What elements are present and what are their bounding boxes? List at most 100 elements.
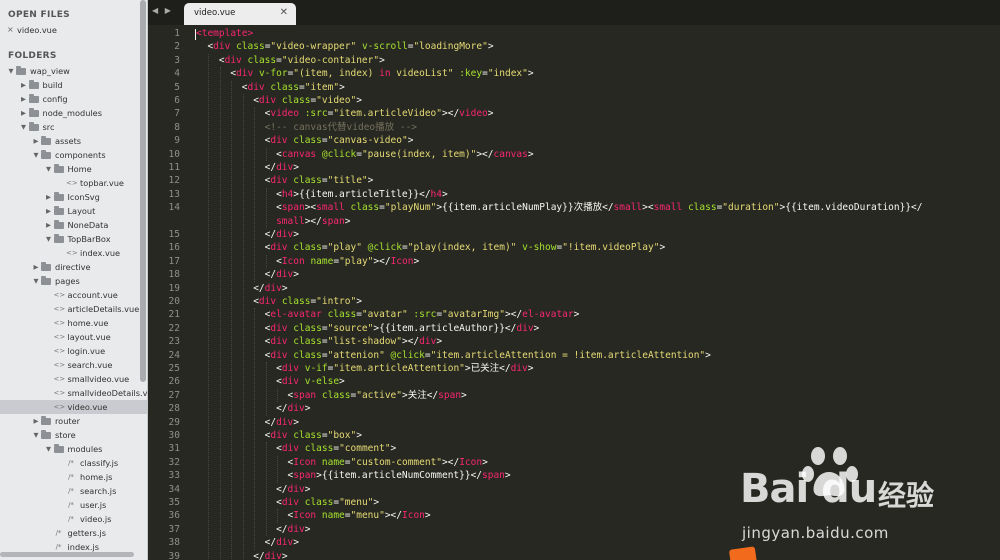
code-line[interactable]: 1 <template> [148,27,1000,40]
code-line[interactable]: 26 <div v-else> [148,375,1000,388]
folder-item[interactable]: ▼ src [0,120,147,134]
folder-item[interactable]: ▶ node_modules [0,106,147,120]
code-line[interactable]: 13 <h4>{{item.articleTitle}}</h4> [148,188,1000,201]
file-item[interactable]: /* home.js [0,470,147,484]
file-item[interactable]: <> video.vue [0,400,147,414]
file-item[interactable]: /* getters.js [0,526,147,540]
code-line[interactable]: 27 <span class="active">关注</span> [148,389,1000,402]
file-item[interactable]: <> topbar.vue [0,176,147,190]
folder-item[interactable]: ▶ build [0,78,147,92]
file-item[interactable]: <> home.vue [0,316,147,330]
chevron-right-icon[interactable]: ▶ [32,260,40,274]
open-file-item[interactable]: × video.vue [0,23,147,37]
attribute-token: name [321,456,345,468]
code-line[interactable]: 3 <div class="video-container"> [148,54,1000,67]
code-line[interactable]: 21 <el-avatar class="avatar" :src="avatar… [148,308,1000,321]
code-line[interactable]: 4 <div v-for="(item, index) in videoList"… [148,67,1000,80]
chevron-right-icon[interactable]: ▶ [45,190,53,204]
file-item[interactable]: <> layout.vue [0,330,147,344]
file-item[interactable]: <> articleDetails.vue [0,302,147,316]
file-item[interactable]: /* user.js [0,498,147,512]
text-token: </ [253,282,265,294]
file-item[interactable]: <> search.vue [0,358,147,372]
code-line[interactable]: 24 <div class="attenion" @click="item.art… [148,349,1000,362]
chevron-right-icon[interactable]: ▶ [45,218,53,232]
code-line[interactable]: 5 <div class="item"> [148,81,1000,94]
file-item[interactable]: <> account.vue [0,288,147,302]
file-item[interactable]: /* video.js [0,512,147,526]
chevron-right-icon[interactable]: ▶ [32,414,40,428]
code-line[interactable]: 11 </div> [148,161,1000,174]
code-line[interactable]: 18 </div> [148,268,1000,281]
code-line[interactable]: 17 <Icon name="play"></Icon> [148,255,1000,268]
chevron-down-icon[interactable]: ▼ [45,442,53,456]
sidebar-horizontal-scrollbar[interactable] [0,552,134,557]
code-line[interactable]: 14 <span><small class="playNum">{{item.ar… [148,201,1000,214]
chevron-right-icon[interactable]: ▶ [20,106,28,120]
close-icon[interactable]: × [7,23,14,37]
folder-item[interactable]: ▶ assets [0,134,147,148]
file-item[interactable]: /* search.js [0,484,147,498]
sidebar-vertical-scrollbar[interactable] [140,0,146,382]
tab-nav-arrows[interactable]: ◀ ▶ [152,6,173,15]
file-item[interactable]: <> smallvideo.vue [0,372,147,386]
code-line[interactable]: 8 <!-- canvas代替video播放 --> [148,121,1000,134]
chevron-down-icon[interactable]: ▼ [20,120,28,134]
code-line[interactable]: 7 <video :src="item.articleVideo"></video… [148,107,1000,120]
code-line[interactable]: 22 <div class="source">{{item.articleAuth… [148,322,1000,335]
code-line[interactable]: 30 <div class="box"> [148,429,1000,442]
tab-video-vue[interactable]: video.vue ✕ [184,3,296,25]
tag-token: div [264,550,282,560]
folder-item[interactable]: ▶ router [0,414,147,428]
chevron-down-icon[interactable]: ▼ [32,274,40,288]
code-line[interactable]: 19 </div> [148,282,1000,295]
folder-item[interactable]: ▶ directive [0,260,147,274]
code-line[interactable]: 2 <div class="video-wrapper" v-scroll="lo… [148,40,1000,53]
tag-token: small [316,202,345,214]
chevron-right-icon[interactable]: ▶ [45,204,53,218]
folder-item[interactable]: ▼ store [0,428,147,442]
chevron-down-icon[interactable]: ▼ [45,162,53,176]
chevron-down-icon[interactable]: ▼ [32,148,40,162]
code-line[interactable]: 20 <div class="intro"> [148,295,1000,308]
close-icon[interactable]: ✕ [280,7,288,18]
chevron-down-icon[interactable]: ▼ [7,64,15,78]
file-item[interactable]: /* classify.js [0,456,147,470]
folder-item[interactable]: ▼ TopBarBox [0,232,147,246]
code-line[interactable]: 6 <div class="video"> [148,94,1000,107]
folder-item[interactable]: ▼ wap_view [0,64,147,78]
code-line[interactable]: 10 <canvas @click="pause(index, item)"></… [148,148,1000,161]
folder-item[interactable]: ▼ Home [0,162,147,176]
file-item[interactable]: <>smallvideoDetails.vue [0,386,148,400]
chevron-right-icon[interactable]: ▶ [32,134,40,148]
folder-item[interactable]: ▼ components [0,148,147,162]
line-number: 14 [168,202,180,214]
code-line[interactable]: 16 <div class="play" @click="play(index, … [148,241,1000,254]
tree-item-label: node_modules [42,108,102,118]
chevron-down-icon[interactable]: ▼ [32,428,40,442]
tag-token: Icon [293,510,317,522]
code-line[interactable]: 29 </div> [148,416,1000,429]
folder-item[interactable]: ▼ pages [0,274,147,288]
file-item[interactable]: <> login.vue [0,344,147,358]
chevron-down-icon[interactable]: ▼ [45,232,53,246]
folder-item[interactable]: ▶ config [0,92,147,106]
folder-item[interactable]: ▼ modules [0,442,147,456]
folder-item[interactable]: ▶ Layout [0,204,147,218]
chevron-right-icon[interactable]: ▶ [20,78,28,92]
file-item[interactable]: <> index.vue [0,246,147,260]
code-line[interactable]: 23 <div class="list-shadow"></div> [148,335,1000,348]
code-line[interactable]: small></span> [148,215,1000,228]
tag-token: div [258,296,277,307]
vue-file-icon: <> [53,389,66,397]
chevron-right-icon[interactable]: ▶ [20,92,28,106]
string-token: "menu" [350,510,385,522]
js-file-icon: /* [68,487,74,495]
code-line[interactable]: 25 <div v-if="item.articleAttention">已关注<… [148,362,1000,375]
code-line[interactable]: 12 <div class="title"> [148,174,1000,187]
folder-item[interactable]: ▶ IconSvg [0,190,147,204]
code-line[interactable]: 9 <div class="canvas-video"> [148,134,1000,147]
code-line[interactable]: 28 </div> [148,402,1000,415]
folder-item[interactable]: ▶ NoneData [0,218,147,232]
code-line[interactable]: 15 </div> [148,228,1000,241]
